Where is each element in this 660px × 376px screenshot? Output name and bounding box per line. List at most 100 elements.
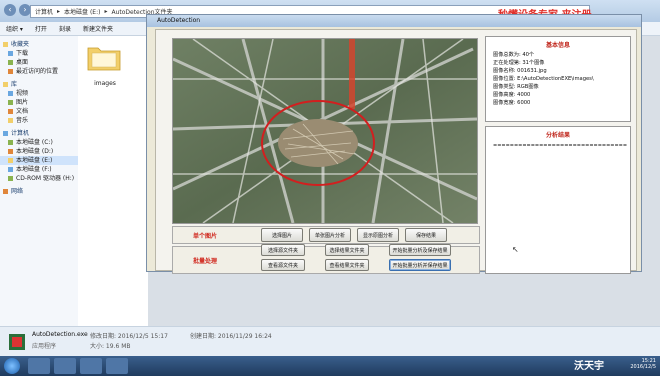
sidebar-item-label: 桌面 <box>16 59 29 66</box>
status-modified: 修改日期: 2016/12/5 15:17 <box>90 333 168 340</box>
sidebar-item-icon <box>8 158 13 163</box>
info-line: 图像总数为: 40个 <box>493 52 535 58</box>
sidebar-item[interactable]: 本地磁盘 (C:) <box>0 138 78 147</box>
status-filename: AutoDetection.exe <box>32 331 88 338</box>
window-title: AutoDetection <box>157 17 201 24</box>
batch-analyze-save-button-2[interactable]: 开始批量分析并保存结果 <box>389 259 451 271</box>
status-size: 大小: 19.6 MB <box>90 343 131 350</box>
sidebar-item-icon <box>8 176 13 181</box>
sidebar-item[interactable]: 本地磁盘 (D:) <box>0 147 78 156</box>
explorer-sidebar: 收藏夹下载桌面最近访问的位置库视频图片文档音乐计算机本地磁盘 (C:) 本地磁盘 … <box>0 36 79 326</box>
sidebar-item-label: 本地磁盘 (C:) <box>16 139 53 146</box>
taskbar-app-media[interactable] <box>54 358 76 374</box>
batch-analyze-save-button-1[interactable]: 开始批量分析及保存结果 <box>389 244 451 256</box>
sidebar-item[interactable]: 音乐 <box>0 116 78 125</box>
sidebar-item[interactable]: 本地磁盘 (E:) <box>0 156 78 165</box>
info-line: 图像宽度: 6000 <box>493 100 531 106</box>
sidebar-item[interactable]: 桌面 <box>0 58 78 67</box>
sidebar-item[interactable]: 图片 <box>0 98 78 107</box>
sidebar-item-label: 本地磁盘 (F:) <box>16 166 52 173</box>
sidebar-item-label: 图片 <box>16 99 29 106</box>
sidebar-item-label: 收藏夹 <box>11 41 30 48</box>
explorer-statusbar: AutoDetection.exe 应用程序 修改日期: 2016/12/5 1… <box>0 326 660 357</box>
nav-buttons: ‹ › <box>4 4 31 16</box>
application-icon <box>9 334 25 350</box>
view-source-folder-button[interactable]: 查看源文件夹 <box>261 259 305 271</box>
sidebar-item-label: CD-ROM 驱动器 (H:) <box>16 175 75 182</box>
back-arrow-icon[interactable]: ‹ <box>4 4 16 16</box>
sidebar-item[interactable]: 文档 <box>0 107 78 116</box>
select-image-button[interactable]: 选择图片 <box>261 228 303 242</box>
sidebar-group[interactable]: 收藏夹 <box>0 40 78 49</box>
new-folder-button[interactable]: 新建文件夹 <box>83 24 113 33</box>
sidebar-item-icon <box>3 42 8 47</box>
sidebar-item-icon <box>8 167 13 172</box>
organize-button[interactable]: 组织 ▾ <box>6 24 23 33</box>
sidebar-item[interactable]: 下载 <box>0 49 78 58</box>
sidebar-item-label: 最近访问的位置 <box>16 68 59 75</box>
sidebar-item-icon <box>8 100 13 105</box>
explorer-content: images <box>78 36 148 326</box>
select-result-folder-button[interactable]: 选择结果文件夹 <box>325 244 369 256</box>
sidebar-item-label: 文档 <box>16 108 29 115</box>
burn-button[interactable]: 刻录 <box>59 24 71 33</box>
save-result-button[interactable]: 保存结果 <box>405 228 447 242</box>
clock-date: 2016/12/5 <box>630 364 656 370</box>
folder-icon <box>87 47 121 71</box>
sidebar-item[interactable]: 本地磁盘 (F:) <box>0 165 78 174</box>
status-created: 创建日期: 2016/11/29 16:24 <box>190 333 272 340</box>
mouse-cursor-icon: ↖ <box>512 245 519 254</box>
info-line: 图像位置: E:\AutoDetectionEXE\images\ <box>493 76 594 82</box>
batch-process-label: 批量处理 <box>193 258 218 265</box>
sidebar-item[interactable]: CD-ROM 驱动器 (H:) <box>0 174 78 183</box>
sidebar-item-icon <box>3 131 8 136</box>
folder-label: images <box>94 80 116 87</box>
result-text: ================================ <box>493 143 628 149</box>
analyze-single-button[interactable]: 单张图片分析 <box>309 228 351 242</box>
sidebar-item-label: 视频 <box>16 90 29 97</box>
autodetection-window: AutoDetection 基本信息 图像总数为: 40个 正在处理第: 31个… <box>146 14 642 274</box>
image-viewer <box>172 38 478 224</box>
sidebar-item-label: 本地磁盘 (E:) <box>16 157 53 164</box>
sidebar-item-label: 下载 <box>16 50 29 57</box>
show-original-analysis-button[interactable]: 显示原图分析 <box>357 228 399 242</box>
sidebar-item-icon <box>8 51 13 56</box>
info-line: 图像名称: 001631.jpg <box>493 68 547 74</box>
taskbar-app-autodetection[interactable] <box>106 358 128 374</box>
breadcrumb-item[interactable]: 计算机 <box>35 7 53 16</box>
basic-info-panel: 基本信息 图像总数为: 40个 正在处理第: 31个图像 图像名称: 00163… <box>485 36 631 122</box>
sidebar-item-label: 网络 <box>11 188 24 195</box>
sidebar-item-icon <box>8 140 13 145</box>
single-image-label: 单个图片 <box>193 233 218 240</box>
sidebar-item-icon <box>8 60 13 65</box>
chevron-right-icon: ▸ <box>57 8 61 15</box>
single-image-group: 单个图片 选择图片 单张图片分析 显示原图分析 保存结果 <box>172 226 480 244</box>
select-source-folder-button[interactable]: 选择源文件夹 <box>261 244 305 256</box>
info-line: 图像类型: RGB图像 <box>493 84 539 90</box>
sidebar-item-label: 音乐 <box>16 117 29 124</box>
sidebar-group[interactable]: 计算机 <box>0 129 78 138</box>
sidebar-group[interactable]: 网络 <box>0 187 78 196</box>
sidebar-group[interactable]: 库 <box>0 80 78 89</box>
sidebar-item-icon <box>8 69 13 74</box>
view-result-folder-button[interactable]: 查看结果文件夹 <box>325 259 369 271</box>
sidebar-item-label: 本地磁盘 (D:) <box>16 148 54 155</box>
taskbar-app-chrome[interactable] <box>80 358 102 374</box>
open-button[interactable]: 打开 <box>35 24 47 33</box>
analysis-result-panel: 分析结果 ================================ ↖ <box>485 126 631 274</box>
chevron-right-icon: ▸ <box>104 8 108 15</box>
taskbar-app-explorer[interactable] <box>28 358 50 374</box>
taskbar: 沃天宇 15:21 2016/12/5 <box>0 356 660 376</box>
folder-item[interactable] <box>86 42 122 72</box>
info-line: 正在处理第: 31个图像 <box>493 60 545 66</box>
sidebar-item-icon <box>8 109 13 114</box>
start-button-icon[interactable] <box>4 358 20 374</box>
breadcrumb-item[interactable]: 本地磁盘 (E:) <box>64 7 100 16</box>
sidebar-item-icon <box>8 149 13 154</box>
basic-info-title: 基本信息 <box>545 42 570 49</box>
sidebar-item[interactable]: 视频 <box>0 89 78 98</box>
sidebar-item-icon <box>3 189 8 194</box>
sidebar-item-label: 计算机 <box>11 130 30 137</box>
sidebar-item[interactable]: 最近访问的位置 <box>0 67 78 76</box>
sidebar-item-icon <box>3 82 8 87</box>
